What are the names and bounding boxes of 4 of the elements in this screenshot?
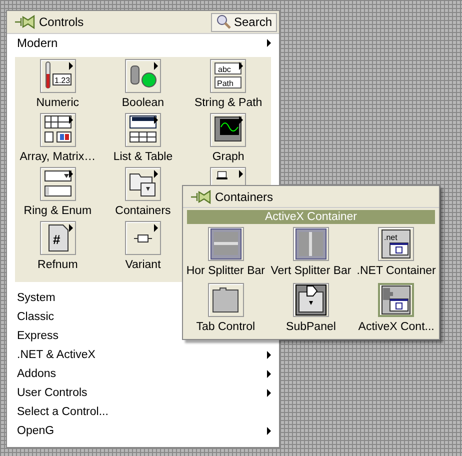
palette-title: Controls — [39, 15, 85, 29]
selection-header: ActiveX Container — [187, 210, 435, 224]
submenu-title: Containers — [215, 190, 274, 204]
dotnet-window-icon: .net — [380, 228, 412, 260]
